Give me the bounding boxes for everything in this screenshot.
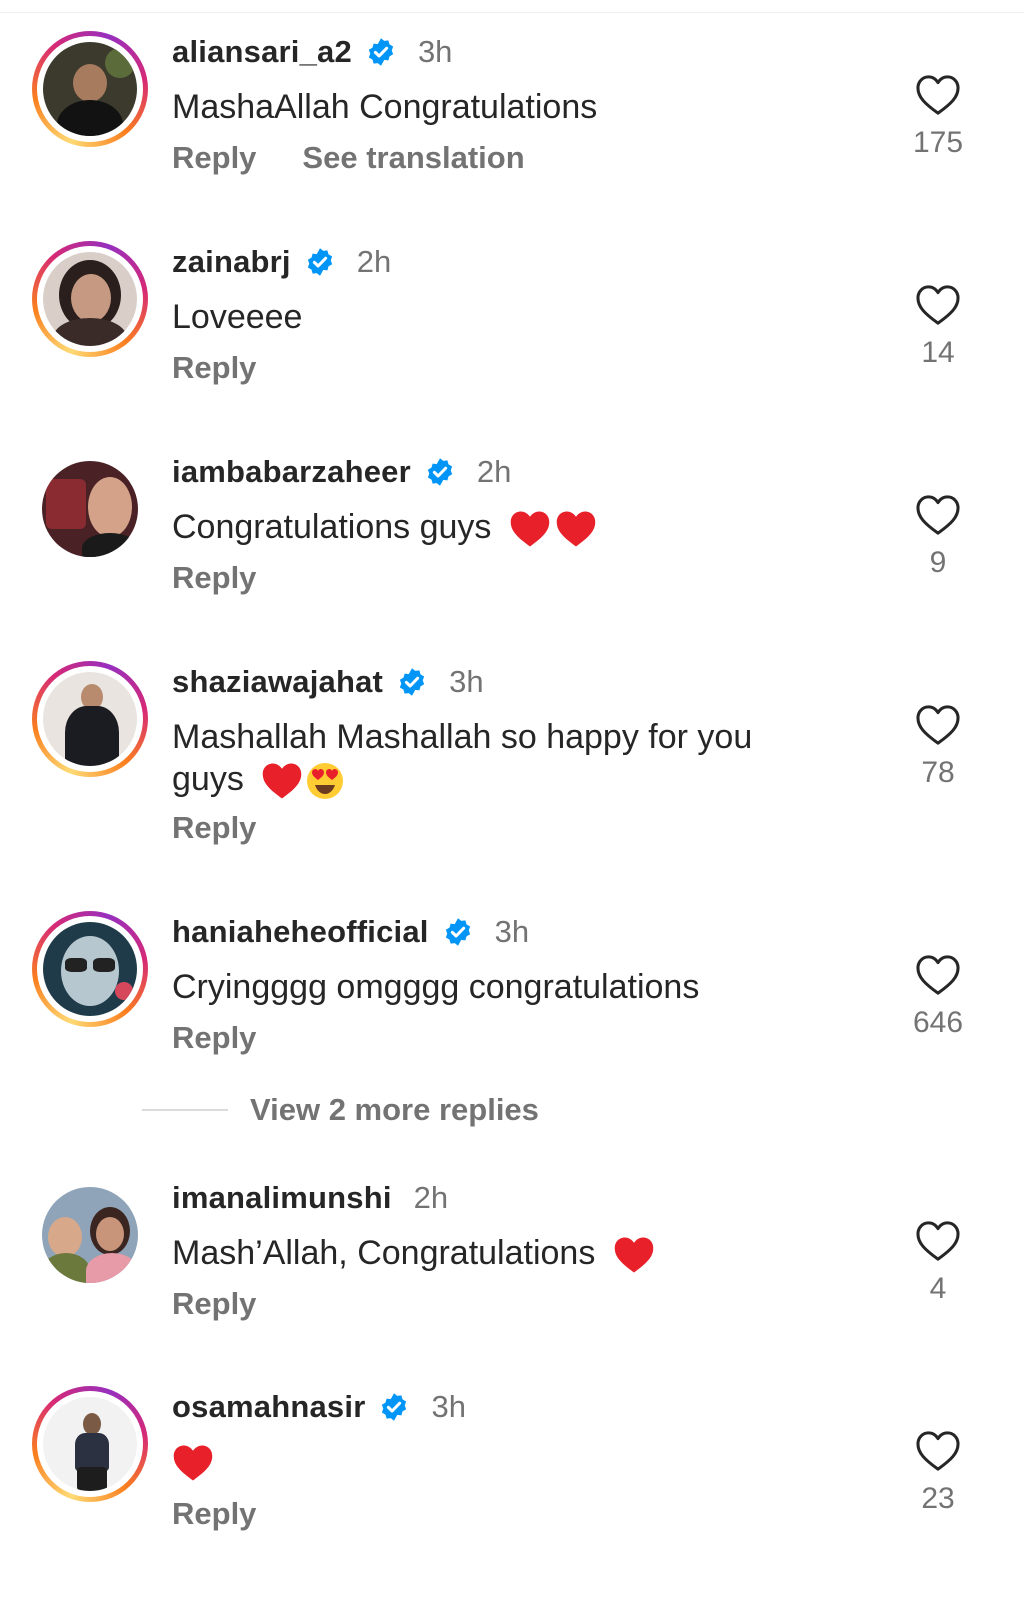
like-group: 78 xyxy=(888,704,988,790)
reply-button[interactable]: Reply xyxy=(172,1020,256,1056)
reply-button[interactable]: Reply xyxy=(172,1496,256,1532)
like-count: 9 xyxy=(929,546,947,579)
heart-outline-icon[interactable] xyxy=(915,284,961,326)
view-more-replies-button[interactable]: View 2 more replies xyxy=(142,1092,539,1128)
heart-outline-icon[interactable] xyxy=(915,704,961,746)
comment-username[interactable]: osamahnasir xyxy=(172,1389,365,1425)
verified-badge-icon xyxy=(427,458,452,486)
reply-button[interactable]: Reply xyxy=(172,1286,256,1322)
red-heart-emoji-icon xyxy=(263,763,302,799)
like-count: 4 xyxy=(929,1272,947,1305)
red-heart-emoji-icon xyxy=(556,511,596,547)
see-translation-button[interactable]: See translation xyxy=(302,140,524,176)
verified-badge-icon xyxy=(307,248,332,276)
like-count: 23 xyxy=(921,1482,955,1515)
avatar[interactable] xyxy=(32,1386,148,1502)
comment-time: 3h xyxy=(417,34,453,69)
reply-button[interactable]: Reply xyxy=(172,140,256,176)
comment-text: Loveeee xyxy=(172,298,303,336)
comment-time: 2h xyxy=(413,1180,449,1215)
avatar[interactable] xyxy=(32,31,148,147)
comment-username[interactable]: aliansari_a2 xyxy=(172,34,352,70)
heart-outline-icon[interactable] xyxy=(915,1430,961,1472)
red-heart-emoji-icon xyxy=(510,511,550,547)
heart-outline-icon[interactable] xyxy=(915,74,961,116)
heart-outline-icon[interactable] xyxy=(915,954,961,996)
comment-text: Mash’Allah, Congratulations xyxy=(172,1234,596,1272)
comment-text-line2: guys xyxy=(172,758,812,801)
heart-outline-icon[interactable] xyxy=(915,1220,961,1262)
avatar[interactable] xyxy=(32,661,148,777)
reply-button[interactable]: Reply xyxy=(172,350,256,386)
verified-badge-icon xyxy=(382,1393,407,1421)
comment-username[interactable]: imanalimunshi xyxy=(172,1180,392,1216)
heart-eyes-emoji-icon xyxy=(307,763,344,800)
comment-username[interactable]: shaziawajahat xyxy=(172,664,383,700)
comment-text: MashaAllah Congratulations xyxy=(172,88,598,126)
replies-divider xyxy=(142,1109,228,1111)
comment-text-line: Congratulations guys xyxy=(172,506,812,549)
comment-text: guys xyxy=(172,760,244,798)
verified-badge-icon xyxy=(368,38,394,66)
comment-text: Congratulations guys xyxy=(172,508,492,546)
comment-username[interactable]: haniaheheofficial xyxy=(172,914,429,950)
reply-button[interactable]: Reply xyxy=(172,560,256,596)
verified-badge-icon xyxy=(399,668,425,696)
like-group: 9 xyxy=(888,494,988,580)
like-group: 175 xyxy=(888,74,988,160)
comment-text: Mashallah Mashallah so happy for you xyxy=(172,718,753,756)
like-group: 4 xyxy=(888,1220,988,1306)
comment-username[interactable]: iambabarzaheer xyxy=(172,454,411,490)
comment-time: 3h xyxy=(494,914,530,949)
avatar[interactable] xyxy=(32,1177,148,1293)
like-group: 23 xyxy=(888,1430,988,1516)
comment-text: Cryingggg omgggg congratulations xyxy=(172,968,700,1006)
top-divider xyxy=(0,12,1024,13)
comment-text-block: Mashallah Mashallah so happy for you guy… xyxy=(172,716,812,801)
red-heart-emoji-icon xyxy=(614,1237,654,1273)
comment-text-line: Mash’Allah, Congratulations xyxy=(172,1232,872,1275)
avatar[interactable] xyxy=(32,241,148,357)
like-count: 14 xyxy=(921,336,955,369)
comment-time: 2h xyxy=(476,454,512,489)
like-count: 78 xyxy=(921,756,955,789)
like-count: 175 xyxy=(912,126,964,159)
comment-time: 2h xyxy=(356,244,392,279)
verified-badge-icon xyxy=(445,918,470,946)
like-group: 14 xyxy=(888,284,988,370)
heart-outline-icon[interactable] xyxy=(915,494,961,536)
view-more-replies-label: View 2 more replies xyxy=(250,1092,539,1127)
reply-button[interactable]: Reply xyxy=(172,810,256,846)
avatar[interactable] xyxy=(32,911,148,1027)
avatar[interactable] xyxy=(32,451,148,567)
comment-username[interactable]: zainabrj xyxy=(172,244,291,280)
like-group: 646 xyxy=(888,954,988,1040)
comment-time: 3h xyxy=(431,1389,466,1424)
comment-text-line xyxy=(172,1440,812,1483)
red-heart-emoji-icon xyxy=(173,1445,213,1481)
comment-time: 3h xyxy=(449,664,484,699)
like-count: 646 xyxy=(912,1006,964,1039)
